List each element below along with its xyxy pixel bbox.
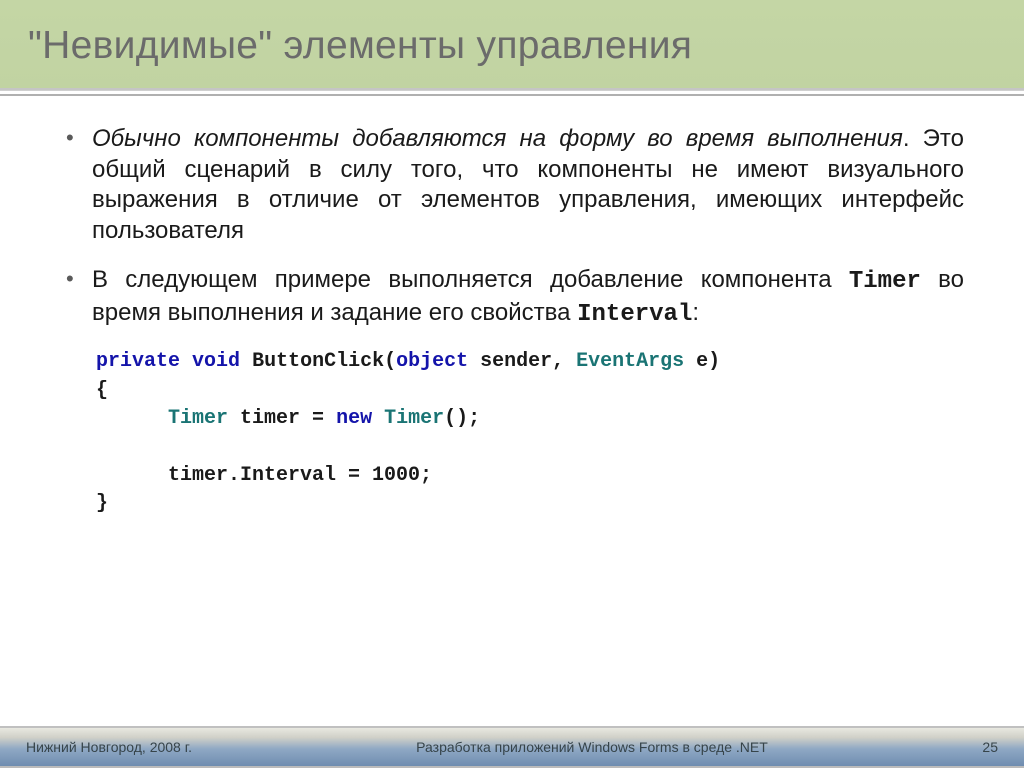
slide-header: "Невидимые" элементы управления	[0, 0, 1024, 90]
bullet-2: В следующем примере выполняется добавлен…	[60, 265, 964, 330]
indent2	[96, 464, 168, 487]
bullet-1-italic: Обычно компоненты добавляются на форму в…	[92, 125, 903, 152]
bullet-2-mono1: Timer	[849, 268, 921, 295]
tp-timer2: Timer	[384, 407, 444, 430]
slide-title: "Невидимые" элементы управления	[28, 24, 996, 68]
tp-eventargs: EventArgs	[576, 350, 684, 373]
tp-timer1: Timer	[168, 407, 228, 430]
kw-void: void	[192, 350, 240, 373]
code-block: private void ButtonClick(object sender, …	[96, 348, 964, 518]
bullet-2-pre1: В следующем примере выполняется добавлен…	[92, 266, 849, 293]
line3: timer.Interval = 1000;	[168, 464, 432, 487]
sp	[372, 407, 384, 430]
line2-mid: timer =	[228, 407, 336, 430]
kw-object: object	[396, 350, 468, 373]
line2-end: ();	[444, 407, 480, 430]
bullet-1: Обычно компоненты добавляются на форму в…	[60, 124, 964, 247]
bullet-2-mono2: Interval	[577, 301, 692, 328]
brace-open: {	[96, 379, 108, 402]
slide: "Невидимые" элементы управления Обычно к…	[0, 0, 1024, 768]
code-arg1-rest: sender,	[468, 350, 576, 373]
slide-footer: Нижний Новгород, 2008 г. Разработка прил…	[0, 726, 1024, 766]
bullet-list: Обычно компоненты добавляются на форму в…	[60, 124, 964, 330]
slide-body: Обычно компоненты добавляются на форму в…	[0, 96, 1024, 726]
kw-private: private	[96, 350, 180, 373]
kw-new: new	[336, 407, 372, 430]
code-arg2-rest: e)	[684, 350, 720, 373]
indent1	[96, 407, 168, 430]
footer-page-number: 25	[918, 739, 998, 755]
code-fn: ButtonClick(	[252, 350, 396, 373]
footer-center: Разработка приложений Windows Forms в ср…	[266, 739, 918, 755]
brace-close: }	[96, 492, 108, 515]
bullet-2-post: :	[692, 299, 699, 326]
footer-left: Нижний Новгород, 2008 г.	[26, 739, 266, 755]
